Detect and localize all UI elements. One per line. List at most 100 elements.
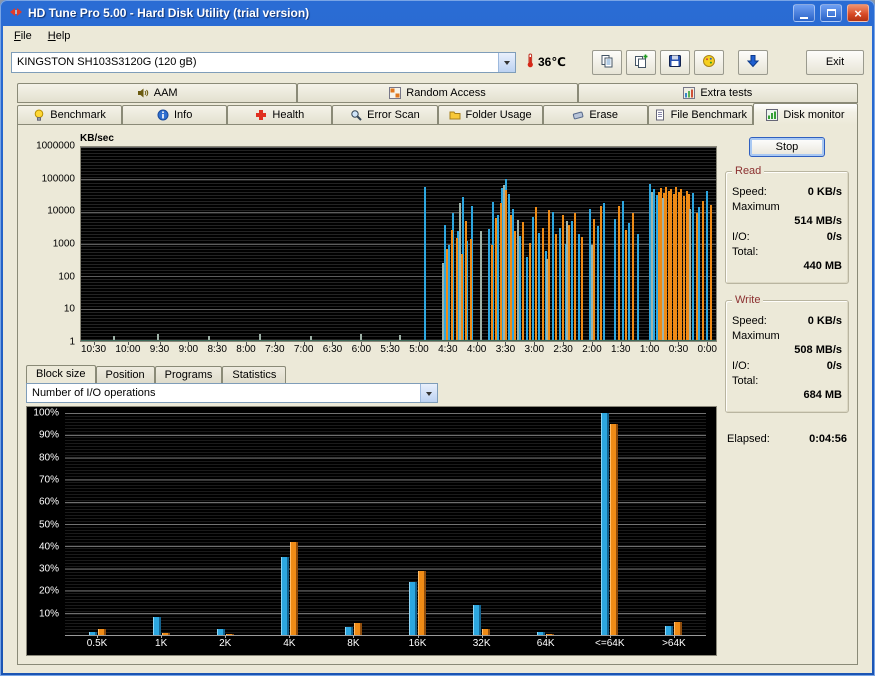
activity-spike-write — [568, 224, 571, 341]
x-tick-label: 9:30 — [149, 342, 170, 355]
x-category-label: 8K — [321, 635, 385, 653]
tab-info[interactable]: Info — [122, 105, 228, 124]
activity-spike-read — [558, 227, 561, 341]
y-tick-label: 70% — [38, 474, 59, 486]
monitor-x-axis: 10:30 10:00 9:30 9:00 8:30 8:00 7:30 7:00 6:30 6:… — [81, 342, 717, 357]
activity-spike-write — [580, 237, 583, 341]
minimize-button[interactable] — [793, 4, 815, 22]
benchmark-icon — [33, 109, 45, 121]
sub-tab-programs[interactable]: Programs — [154, 366, 223, 383]
tab-random-access[interactable]: Random Access — [297, 83, 578, 102]
bar-read — [601, 413, 610, 635]
write-group-title: Write — [732, 294, 764, 306]
x-category-label: 0.5K — [65, 635, 129, 653]
bar-write — [353, 622, 362, 635]
elapsed-label: Elapsed: — [727, 433, 770, 445]
read-speed-label: Speed: — [732, 186, 767, 198]
activity-spike-write — [555, 233, 558, 341]
y-tick-label: 10 — [63, 303, 75, 315]
x-tick-label: 3:30 — [495, 342, 516, 355]
read-speed-row: Speed: 0 KB/s — [732, 186, 842, 198]
monitor-stats-column: Stop Read Speed: 0 KB/s Maximum 514 MB/s… — [725, 133, 849, 656]
filebench-icon — [654, 109, 666, 121]
menu-file[interactable]: File — [6, 28, 40, 44]
bar-read — [537, 631, 546, 635]
save-button[interactable] — [659, 49, 690, 75]
options-button[interactable] — [693, 49, 724, 75]
extra-icon — [683, 87, 696, 99]
maximize-button[interactable] — [820, 4, 842, 22]
activity-spike-write — [522, 221, 525, 341]
activity-spike-other — [459, 203, 462, 341]
x-tick-label: 10:30 — [81, 342, 107, 355]
read-group-title: Read — [732, 165, 765, 177]
y-tick-label: 1000000 — [36, 140, 75, 152]
update-download-button[interactable] — [737, 49, 768, 75]
sub-tab-block-size[interactable]: Block size — [26, 365, 96, 383]
gridline — [81, 211, 716, 213]
activity-spike-other — [208, 336, 210, 341]
io-metric-select[interactable]: Number of I/O operations — [26, 383, 438, 403]
chevron-down-icon[interactable] — [420, 384, 437, 402]
sub-tab-position[interactable]: Position — [95, 366, 155, 383]
chevron-down-icon[interactable] — [498, 52, 515, 72]
titlebar[interactable]: HD Tune Pro 5.00 - Hard Disk Utility (tr… — [3, 0, 872, 26]
activity-spike-read — [622, 200, 625, 341]
write-total-value: 684 MB — [803, 389, 842, 401]
tab-label: Health — [272, 109, 305, 121]
activity-spike-read — [538, 232, 541, 341]
tab-health[interactable]: Health — [227, 105, 333, 124]
x-tick-label: 6:30 — [322, 342, 343, 355]
elapsed-value: 0:04:56 — [809, 433, 847, 445]
menu-help[interactable]: Help — [40, 28, 79, 44]
bar-read — [216, 629, 225, 635]
activity-spike-other — [651, 191, 654, 341]
stop-button[interactable]: Stop — [749, 137, 825, 157]
disk-activity-chart — [80, 146, 717, 342]
exit-button[interactable]: Exit — [806, 49, 864, 75]
monitor-icon — [766, 108, 779, 121]
write-group: Write Speed: 0 KB/s Maximum 508 MB/s I/O… — [725, 294, 849, 413]
tab-benchmark[interactable]: Benchmark — [17, 105, 123, 124]
tab-label: Erase — [589, 109, 619, 121]
tab-disk-monitor[interactable]: Disk monitor — [752, 103, 858, 125]
activity-spike-write — [548, 210, 551, 341]
tab-aam[interactable]: AAM — [17, 83, 298, 102]
tab-folder-usage[interactable]: Folder Usage — [437, 105, 543, 124]
tab-extra-tests[interactable]: Extra tests — [577, 83, 858, 102]
bar-read — [152, 617, 161, 635]
tab-file-benchmark[interactable]: File Benchmark — [647, 105, 753, 124]
tab-label: Extra tests — [700, 87, 753, 99]
close-button[interactable]: × — [847, 4, 869, 22]
bar-read — [280, 557, 289, 635]
tab-erase[interactable]: Erase — [542, 105, 648, 124]
tab-error-scan[interactable]: Error Scan — [332, 105, 438, 124]
x-tick-label: 6:00 — [351, 342, 372, 355]
drive-select[interactable]: KINGSTON SH103S3120G (120 gB) — [11, 51, 516, 73]
activity-spike-write — [542, 227, 544, 341]
read-total-label: Total: — [732, 246, 759, 258]
x-category-label: 16K — [385, 635, 449, 653]
bar-write — [610, 424, 619, 635]
activity-spike-write — [465, 220, 468, 341]
x-tick-label: 10:00 — [115, 342, 141, 355]
activity-spike-read — [531, 216, 534, 341]
bar-y-axis: 100% 90% 80% 70% 60% 50% 40% 30% 20% 10% — [29, 408, 65, 636]
copy-screenshot-button[interactable] — [591, 49, 622, 75]
speaker-icon — [137, 87, 149, 99]
x-category-label: 4K — [257, 635, 321, 653]
sub-tab-statistics[interactable]: Statistics — [222, 366, 287, 383]
hd-tune-window: HD Tune Pro 5.00 - Hard Disk Utility (tr… — [0, 0, 875, 676]
bar-x-axis: 0.5K 1K 2K 4K 8K 16K 32K 64K <=64K >64K — [65, 635, 706, 653]
y-tick-label: 30% — [38, 563, 59, 575]
y-tick-label: 90% — [38, 429, 59, 441]
activity-spike-read — [706, 190, 709, 341]
activity-spike-write — [599, 206, 602, 341]
random-icon — [389, 87, 402, 99]
activity-spike-write — [592, 219, 595, 341]
copy-text-button[interactable] — [625, 49, 656, 75]
read-max-value: 514 MB/s — [794, 215, 842, 227]
temperature-value: 36℃ — [538, 55, 566, 69]
menubar: File Help — [3, 26, 872, 46]
x-tick-label: 8:30 — [207, 342, 227, 355]
